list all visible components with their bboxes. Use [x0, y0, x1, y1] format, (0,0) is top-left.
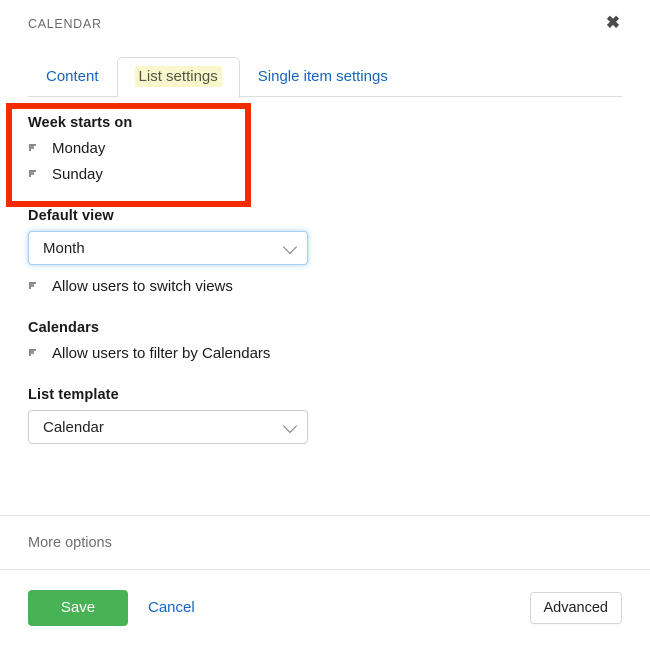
default-view-select[interactable]: Month	[28, 231, 308, 265]
list-template-select[interactable]: Calendar	[28, 410, 308, 444]
radio-option-monday-label[interactable]: Monday	[52, 139, 105, 159]
checkbox-allow-filter-calendars[interactable]: Allow users to filter by Calendars	[28, 343, 622, 365]
chevron-down-icon	[283, 419, 297, 433]
page-title: CALENDAR	[28, 17, 102, 31]
radio-option-monday[interactable]: Monday	[28, 138, 622, 160]
radio-option-sunday-label[interactable]: Sunday	[52, 165, 103, 185]
more-options-bar: More options	[0, 515, 650, 570]
radio-button-icon[interactable]	[28, 169, 41, 182]
tab-content-label: Content	[46, 68, 99, 85]
tab-bar: Content List settings Single item settin…	[28, 54, 622, 97]
advanced-button[interactable]: Advanced	[530, 592, 623, 624]
dialog-header: CALENDAR ✖	[0, 0, 650, 48]
week-starts-on-label: Week starts on	[28, 115, 622, 131]
tab-single-item-settings-label: Single item settings	[258, 68, 388, 85]
field-default-view: Default view Month Allow users to switch…	[28, 208, 622, 298]
checkbox-icon[interactable]	[28, 281, 41, 294]
tab-list-settings-label: List settings	[135, 66, 222, 87]
close-icon[interactable]: ✖	[603, 12, 623, 32]
checkbox-icon[interactable]	[28, 348, 41, 361]
tab-list-settings[interactable]: List settings	[117, 57, 240, 98]
dialog-body: Week starts on Monday Sunday Default vie…	[0, 97, 650, 444]
field-calendars: Calendars Allow users to filter by Calen…	[28, 320, 622, 365]
field-week-starts-on: Week starts on Monday Sunday	[28, 115, 622, 186]
default-view-label: Default view	[28, 208, 622, 224]
list-template-label: List template	[28, 387, 622, 403]
chevron-down-icon	[283, 240, 297, 254]
default-view-select-value: Month	[43, 240, 85, 257]
list-template-select-value: Calendar	[43, 419, 104, 436]
action-bar: Save Cancel Advanced	[0, 570, 650, 645]
field-list-template: List template Calendar	[28, 387, 622, 444]
tab-single-item-settings[interactable]: Single item settings	[240, 57, 406, 97]
radio-button-icon[interactable]	[28, 143, 41, 156]
radio-option-sunday[interactable]: Sunday	[28, 164, 622, 186]
checkbox-allow-switch-views[interactable]: Allow users to switch views	[28, 276, 622, 298]
save-button[interactable]: Save	[28, 590, 128, 626]
tab-content[interactable]: Content	[28, 57, 117, 97]
checkbox-allow-filter-calendars-label[interactable]: Allow users to filter by Calendars	[52, 344, 270, 364]
calendars-label: Calendars	[28, 320, 622, 336]
cancel-button[interactable]: Cancel	[148, 599, 195, 616]
more-options-link[interactable]: More options	[28, 535, 112, 551]
checkbox-allow-switch-views-label[interactable]: Allow users to switch views	[52, 277, 233, 297]
